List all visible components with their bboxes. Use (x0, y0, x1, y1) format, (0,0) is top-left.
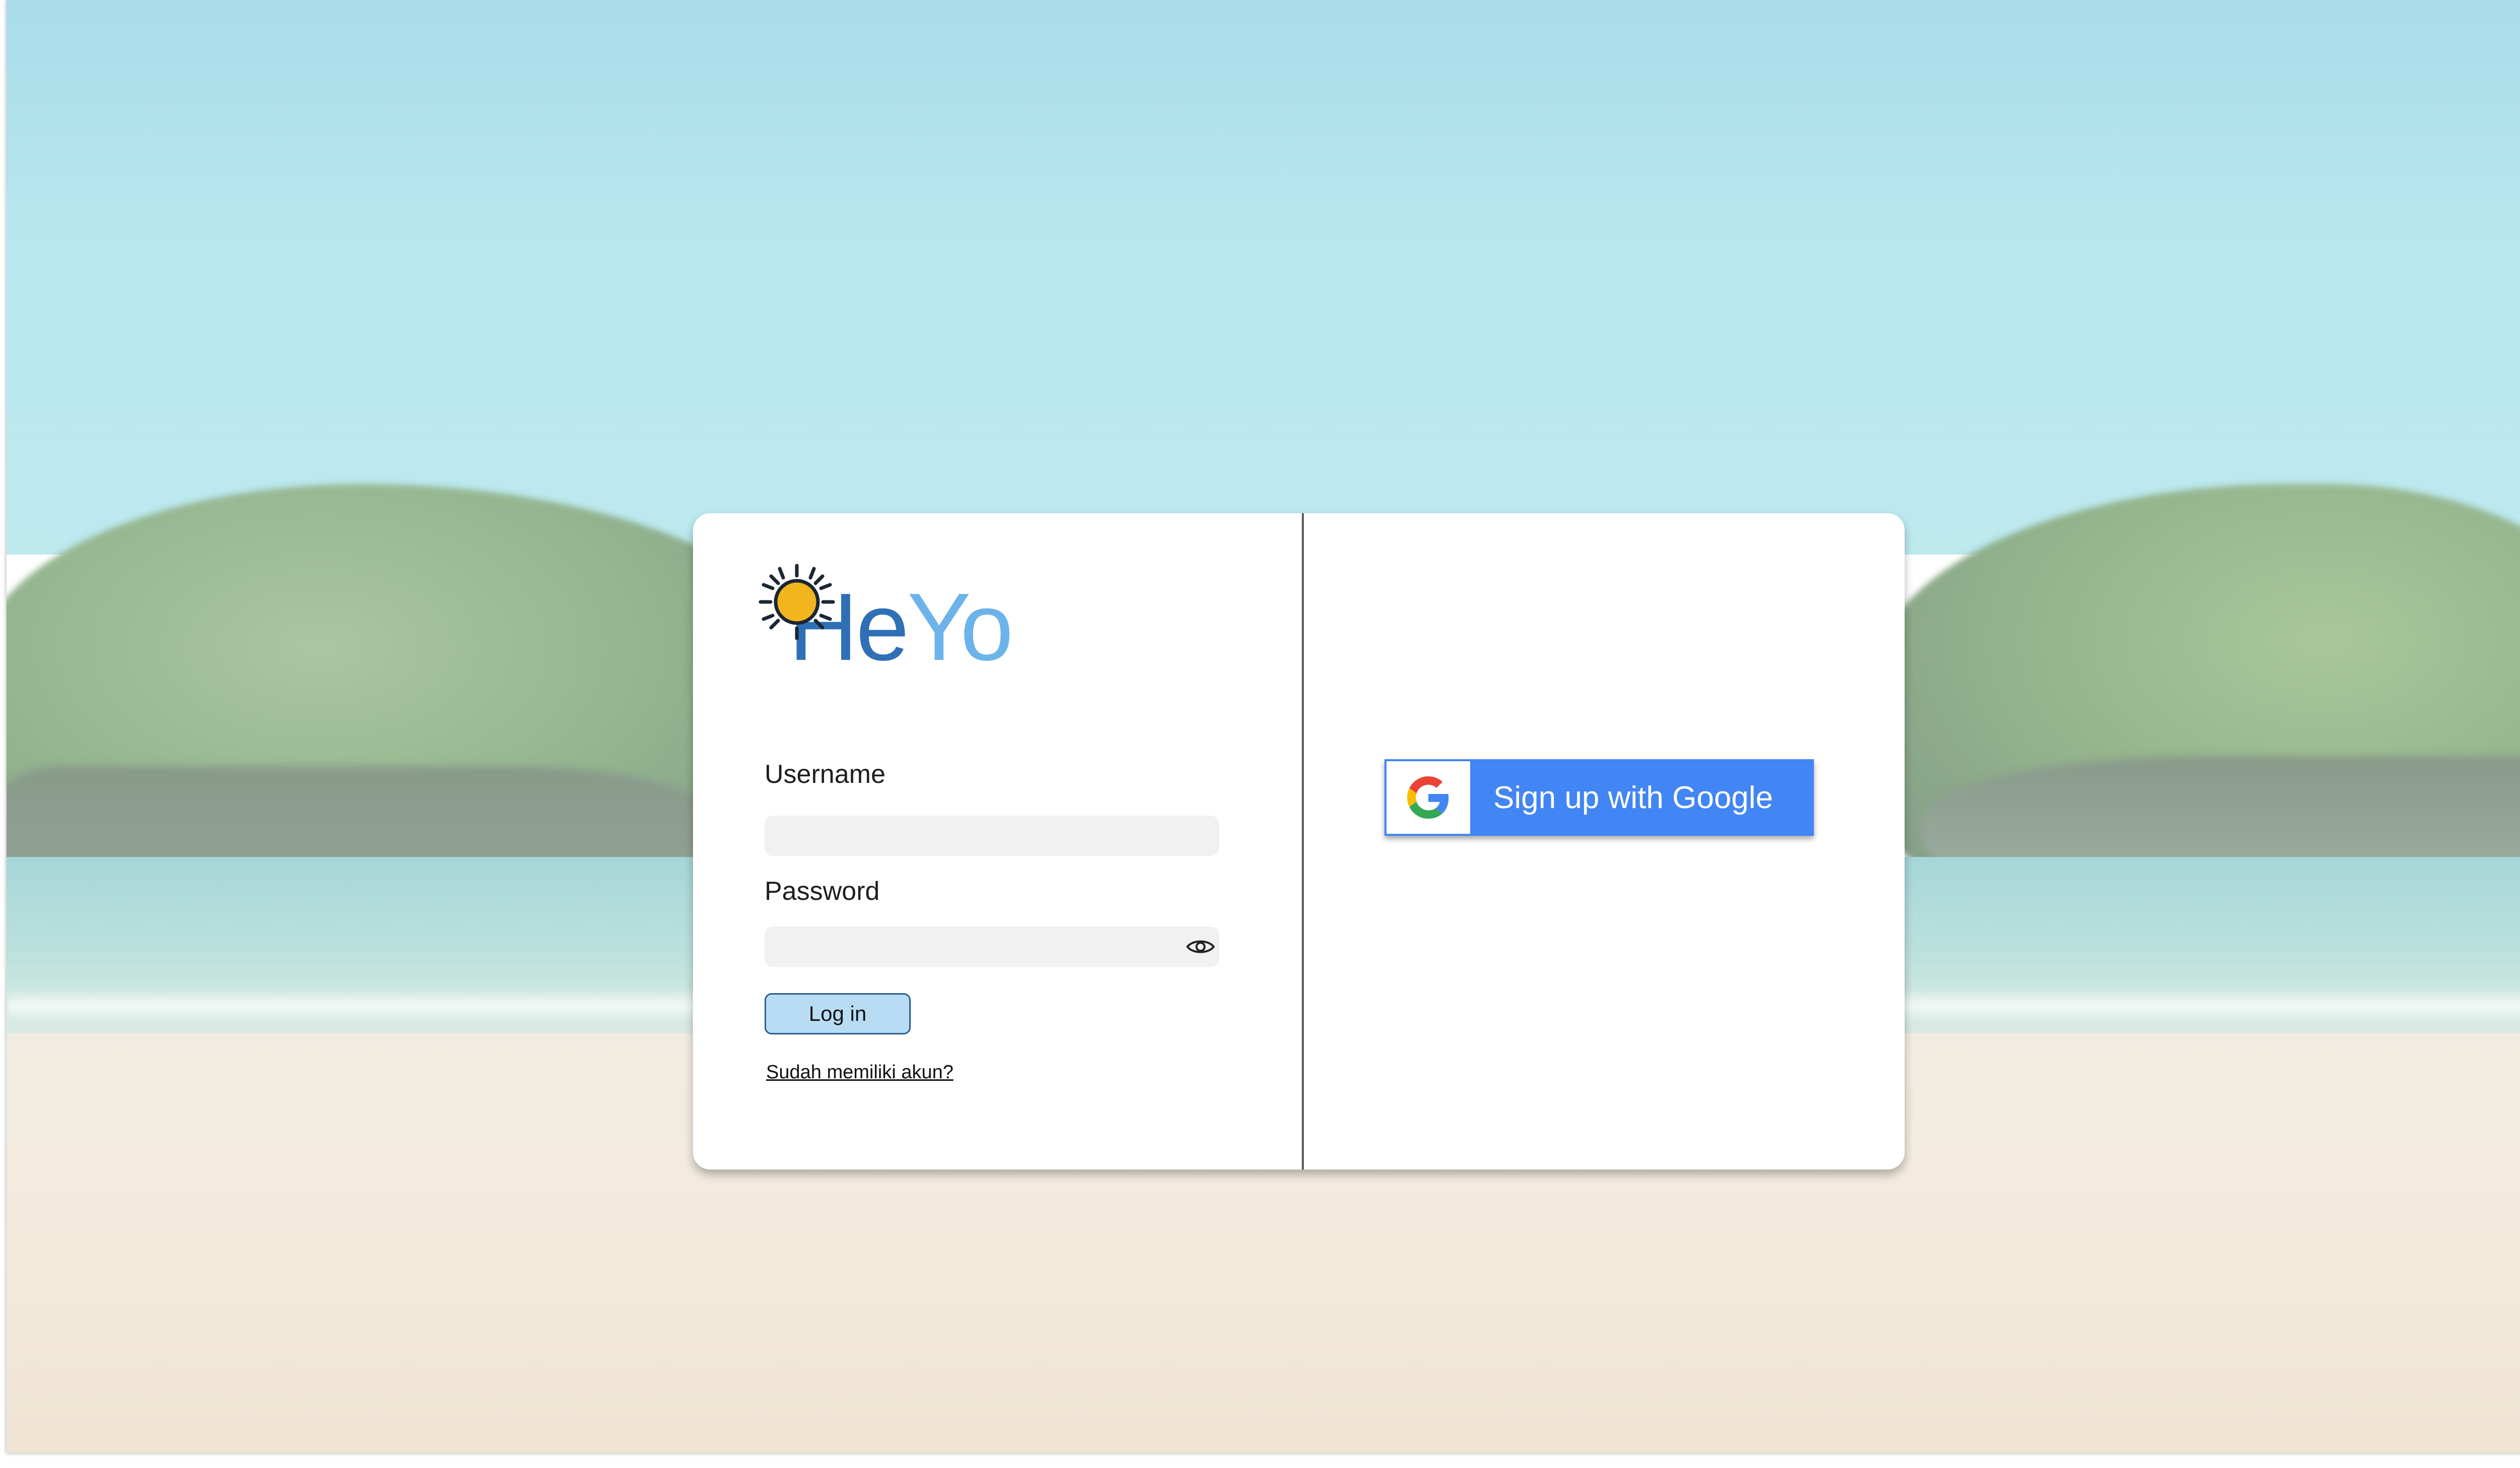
sun-icon (759, 564, 835, 640)
google-signup-button[interactable]: Sign up with Google (1384, 759, 1814, 836)
password-input[interactable] (765, 927, 1219, 967)
app-window: HeYo Username Password Log in Sudah memi… (7, 0, 2520, 1453)
background-sky (7, 0, 2520, 555)
login-button[interactable]: Log in (765, 993, 911, 1034)
eye-icon[interactable] (1185, 937, 1216, 957)
auth-card: HeYo Username Password Log in Sudah memi… (693, 513, 1905, 1170)
signup-pane: Sign up with Google (1304, 513, 1905, 1170)
username-input[interactable] (765, 816, 1219, 856)
login-pane: HeYo Username Password Log in Sudah memi… (693, 513, 1302, 1170)
logo-text-yo: Yo (907, 574, 1014, 681)
password-label: Password (765, 877, 880, 906)
existing-account-link[interactable]: Sudah memiliki akun? (766, 1062, 954, 1083)
google-icon-container (1387, 761, 1470, 834)
heyo-logo: HeYo (757, 562, 1014, 683)
username-label: Username (765, 760, 886, 789)
google-g-icon (1407, 776, 1449, 819)
google-signup-label: Sign up with Google (1493, 780, 1773, 815)
